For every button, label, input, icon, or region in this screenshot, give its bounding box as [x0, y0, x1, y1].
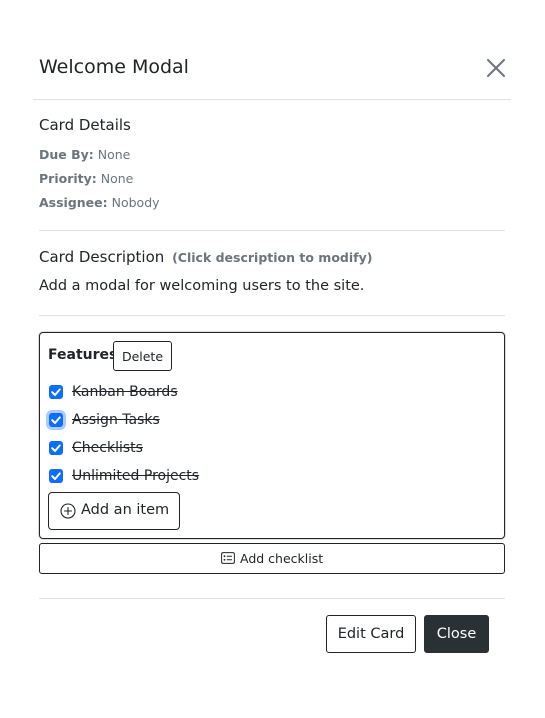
card-list-icon	[221, 552, 235, 564]
check-icon	[51, 472, 61, 480]
assignee-value: Nobody	[111, 195, 160, 210]
checkbox-checked[interactable]	[49, 469, 63, 483]
checklist-item-label: Assign Tasks	[72, 412, 160, 428]
add-item-label: Add an item	[81, 502, 170, 518]
checklist-item-label: Kanban Boards	[72, 384, 178, 400]
plus-circle-icon	[60, 503, 76, 519]
add-checklist-button[interactable]: Add checklist	[39, 543, 505, 574]
due-by-value: None	[97, 147, 131, 162]
divider	[39, 230, 505, 231]
check-icon	[51, 388, 61, 396]
card-description-title: Card Description	[39, 248, 165, 266]
modal-header: Welcome Modal	[33, 46, 511, 100]
edit-card-button[interactable]: Edit Card	[326, 615, 416, 653]
close-button[interactable]: Close	[424, 615, 489, 653]
checklist-item-label: Checklists	[72, 440, 143, 456]
description-text[interactable]: Add a modal for welcoming users to the s…	[39, 278, 364, 294]
priority-value: None	[100, 171, 134, 186]
checkbox-checked[interactable]	[49, 385, 63, 399]
description-hint: (Click description to modify)	[172, 250, 373, 265]
delete-checklist-button[interactable]: Delete	[113, 341, 172, 371]
card-description-heading: Card Description (Click description to m…	[39, 248, 372, 266]
check-icon	[51, 444, 61, 452]
divider	[39, 598, 505, 599]
close-icon[interactable]	[485, 57, 507, 79]
priority-label: Priority:	[39, 171, 97, 186]
check-icon	[51, 416, 61, 424]
modal-dialog: Welcome Modal Card Details Due By: None …	[33, 46, 511, 672]
checklist-item: Assign Tasks	[48, 411, 348, 431]
divider	[39, 315, 505, 316]
checklist-item-label: Unlimited Projects	[72, 468, 200, 484]
checklist-item: Unlimited Projects	[48, 467, 348, 487]
assignee-row: Assignee: Nobody	[39, 195, 160, 210]
add-checklist-label: Add checklist	[240, 551, 324, 566]
assignee-label: Assignee:	[39, 195, 108, 210]
checklist-title: Features	[48, 347, 118, 363]
priority-row: Priority: None	[39, 171, 133, 186]
checklist-panel: Features Delete Kanban Boards Assign Tas…	[39, 332, 505, 539]
checkbox-checked[interactable]	[49, 441, 63, 455]
due-by-label: Due By:	[39, 147, 94, 162]
due-by-row: Due By: None	[39, 147, 130, 162]
checklist-item: Kanban Boards	[48, 383, 348, 403]
add-item-button[interactable]: Add an item	[48, 492, 180, 530]
checklist-item: Checklists	[48, 439, 348, 459]
checkbox-checked[interactable]	[49, 413, 63, 427]
modal-title: Welcome Modal	[39, 56, 189, 78]
card-details-heading: Card Details	[39, 116, 131, 134]
